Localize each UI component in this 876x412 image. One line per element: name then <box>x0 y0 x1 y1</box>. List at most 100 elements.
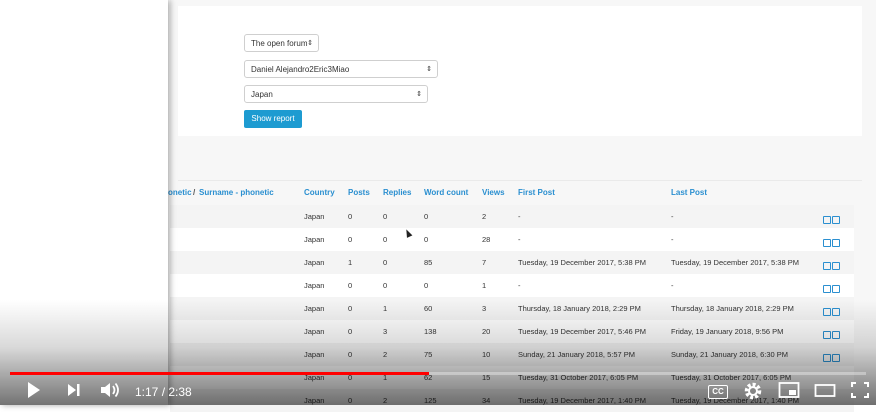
col-header-surname[interactable]: Surname - phonetic <box>199 188 274 197</box>
cell-views: 34 <box>482 396 491 405</box>
table-row: Japan 0 1 60 3 Thursday, 18 January 2018… <box>170 297 854 320</box>
cell-last-post: - <box>671 235 674 244</box>
cell-views: 10 <box>482 350 491 359</box>
row-actions <box>823 303 843 316</box>
cell-posts: 0 <box>348 212 353 221</box>
message-icon[interactable] <box>823 262 831 270</box>
cell-last-post: Tuesday, 19 December 2017, 5:38 PM <box>671 258 799 267</box>
cell-first-post: - <box>518 281 521 290</box>
cell-first-post: Sunday, 21 January 2018, 5:57 PM <box>518 350 636 359</box>
cell-views: 3 <box>482 304 487 313</box>
report-icon[interactable] <box>832 239 840 247</box>
select-arrows-icon: ⇕ <box>416 91 422 98</box>
divider <box>178 180 862 181</box>
cell-replies: 2 <box>383 396 388 405</box>
table-row: Japan 0 2 75 10 Sunday, 21 January 2018,… <box>170 343 854 366</box>
cell-country: Japan <box>304 350 325 359</box>
cell-word-count: 0 <box>424 235 429 244</box>
row-actions <box>823 280 843 293</box>
cell-first-post: Tuesday, 19 December 2017, 5:46 PM <box>518 327 646 336</box>
cell-posts: 0 <box>348 304 353 313</box>
cell-replies: 0 <box>383 235 388 244</box>
cell-country: Japan <box>304 304 325 313</box>
cell-first-post: - <box>518 212 521 221</box>
cell-replies: 0 <box>383 281 388 290</box>
col-header-replies[interactable]: Replies <box>383 188 411 197</box>
report-icon[interactable] <box>832 308 840 316</box>
cell-views: 1 <box>482 281 487 290</box>
report-icon[interactable] <box>832 331 840 339</box>
forum-select-value: The open forum <box>251 39 308 48</box>
table-row: Japan 0 0 0 28 - - <box>170 228 854 251</box>
cell-last-post: Sunday, 21 January 2018, 6:30 PM <box>671 350 789 359</box>
cell-first-post: Tuesday, 19 December 2017, 5:38 PM <box>518 258 646 267</box>
col-header-word-count[interactable]: Word count <box>424 188 468 197</box>
report-icon[interactable] <box>832 216 840 224</box>
message-icon[interactable] <box>823 354 831 362</box>
cell-posts: 1 <box>348 258 353 267</box>
fullscreen-icon[interactable] <box>850 381 870 399</box>
user-select-value: Daniel Alejandro2Eric3Miao <box>251 65 350 74</box>
cell-last-post: - <box>671 281 674 290</box>
cell-country: Japan <box>304 235 325 244</box>
miniplayer-icon[interactable] <box>778 381 800 399</box>
col-header-first-post[interactable]: First Post <box>518 188 555 197</box>
select-arrows-icon: ⇕ <box>307 40 313 47</box>
table-row: Japan 0 0 0 2 - - <box>170 205 854 228</box>
message-icon[interactable] <box>823 308 831 316</box>
next-icon[interactable] <box>66 381 82 399</box>
cell-views: 20 <box>482 327 491 336</box>
cell-replies: 1 <box>383 304 388 313</box>
cell-posts: 0 <box>348 350 353 359</box>
progress-bar-played <box>10 372 430 375</box>
report-icon[interactable] <box>832 262 840 270</box>
message-icon[interactable] <box>823 239 831 247</box>
report-icon[interactable] <box>832 354 840 362</box>
row-actions <box>823 257 843 270</box>
cell-last-post: Thursday, 18 January 2018, 2:29 PM <box>671 304 794 313</box>
cell-replies: 0 <box>383 258 388 267</box>
cell-last-post: - <box>671 212 674 221</box>
theater-icon[interactable] <box>814 381 836 399</box>
cell-word-count: 0 <box>424 281 429 290</box>
cell-word-count: 0 <box>424 212 429 221</box>
col-header-separator: / <box>193 188 196 197</box>
settings-icon[interactable] <box>743 381 763 401</box>
cell-word-count: 85 <box>424 258 433 267</box>
forum-select[interactable]: The open forum ⇕ <box>244 34 319 52</box>
cell-posts: 0 <box>348 327 353 336</box>
col-header-posts[interactable]: Posts <box>348 188 370 197</box>
cell-country: Japan <box>304 396 325 405</box>
cell-last-post: Friday, 19 January 2018, 9:56 PM <box>671 327 784 336</box>
cell-replies: 2 <box>383 350 388 359</box>
cell-views: 7 <box>482 258 487 267</box>
play-icon[interactable] <box>26 381 42 399</box>
volume-icon[interactable] <box>99 381 121 399</box>
progress-bar[interactable] <box>10 372 866 375</box>
col-header-name-phonetic[interactable]: onetic <box>168 188 192 197</box>
cell-word-count: 60 <box>424 304 433 313</box>
cell-word-count: 75 <box>424 350 433 359</box>
message-icon[interactable] <box>823 285 831 293</box>
cell-replies: 3 <box>383 327 388 336</box>
col-header-country[interactable]: Country <box>304 188 335 197</box>
cell-country: Japan <box>304 258 325 267</box>
cell-posts: 0 <box>348 281 353 290</box>
message-icon[interactable] <box>823 331 831 339</box>
row-actions <box>823 349 843 362</box>
report-icon[interactable] <box>832 285 840 293</box>
show-report-button[interactable]: Show report <box>244 110 302 128</box>
cell-country: Japan <box>304 212 325 221</box>
user-select[interactable]: Daniel Alejandro2Eric3Miao ⇕ <box>244 60 438 78</box>
country-select[interactable]: Japan ⇕ <box>244 85 428 103</box>
cell-word-count: 138 <box>424 327 437 336</box>
table-row: Japan 0 3 138 20 Tuesday, 19 December 20… <box>170 320 854 343</box>
col-header-views[interactable]: Views <box>482 188 505 197</box>
captions-label: CC <box>712 387 724 396</box>
country-select-value: Japan <box>251 90 273 99</box>
row-actions <box>823 211 843 224</box>
cell-country: Japan <box>304 327 325 336</box>
col-header-last-post[interactable]: Last Post <box>671 188 707 197</box>
captions-icon[interactable]: CC <box>708 385 728 399</box>
message-icon[interactable] <box>823 216 831 224</box>
